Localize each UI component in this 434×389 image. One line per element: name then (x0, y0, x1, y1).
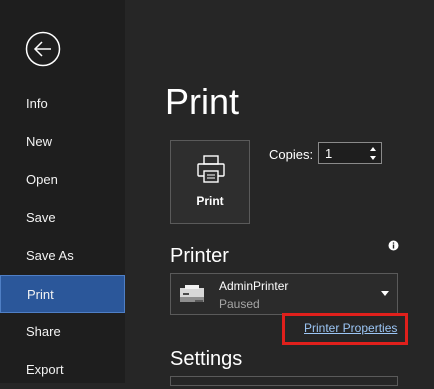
info-icon[interactable] (388, 240, 399, 251)
nav-item-save-as[interactable]: Save As (0, 237, 125, 275)
back-arrow-icon[interactable] (25, 31, 61, 67)
backstage-sidebar: Info New Open Save Save As Print Share E… (0, 0, 125, 383)
print-pane: Print Print Copies: 1 Printer AdminPrint… (125, 0, 434, 386)
printer-heading: Printer (170, 245, 229, 267)
copies-label: Copies: (269, 147, 314, 162)
printer-device-icon (180, 285, 204, 302)
chevron-down-icon[interactable] (369, 154, 377, 162)
nav-item-save[interactable]: Save (0, 199, 125, 237)
nav-item-open[interactable]: Open (0, 161, 125, 199)
nav-item-info[interactable]: Info (0, 85, 125, 123)
settings-heading: Settings (170, 348, 243, 370)
nav-item-new[interactable]: New (0, 123, 125, 161)
printer-select[interactable]: AdminPrinter Paused (170, 273, 398, 315)
nav-item-print[interactable]: Print (0, 275, 125, 313)
nav-item-export[interactable]: Export (0, 351, 125, 389)
copies-value[interactable]: 1 (325, 146, 332, 161)
printer-properties-link[interactable]: Printer Properties (304, 321, 397, 335)
page-title: Print (165, 81, 240, 122)
copies-stepper[interactable]: 1 (318, 142, 382, 164)
settings-dropdown[interactable] (170, 376, 398, 386)
chevron-down-icon[interactable] (381, 291, 389, 297)
print-button-label: Print (196, 194, 224, 208)
nav-item-share[interactable]: Share (0, 313, 125, 351)
print-button[interactable]: Print (170, 140, 250, 224)
printer-icon (197, 155, 225, 183)
printer-status: Paused (219, 297, 260, 311)
printer-name: AdminPrinter (219, 279, 289, 293)
chevron-up-icon[interactable] (369, 145, 377, 153)
